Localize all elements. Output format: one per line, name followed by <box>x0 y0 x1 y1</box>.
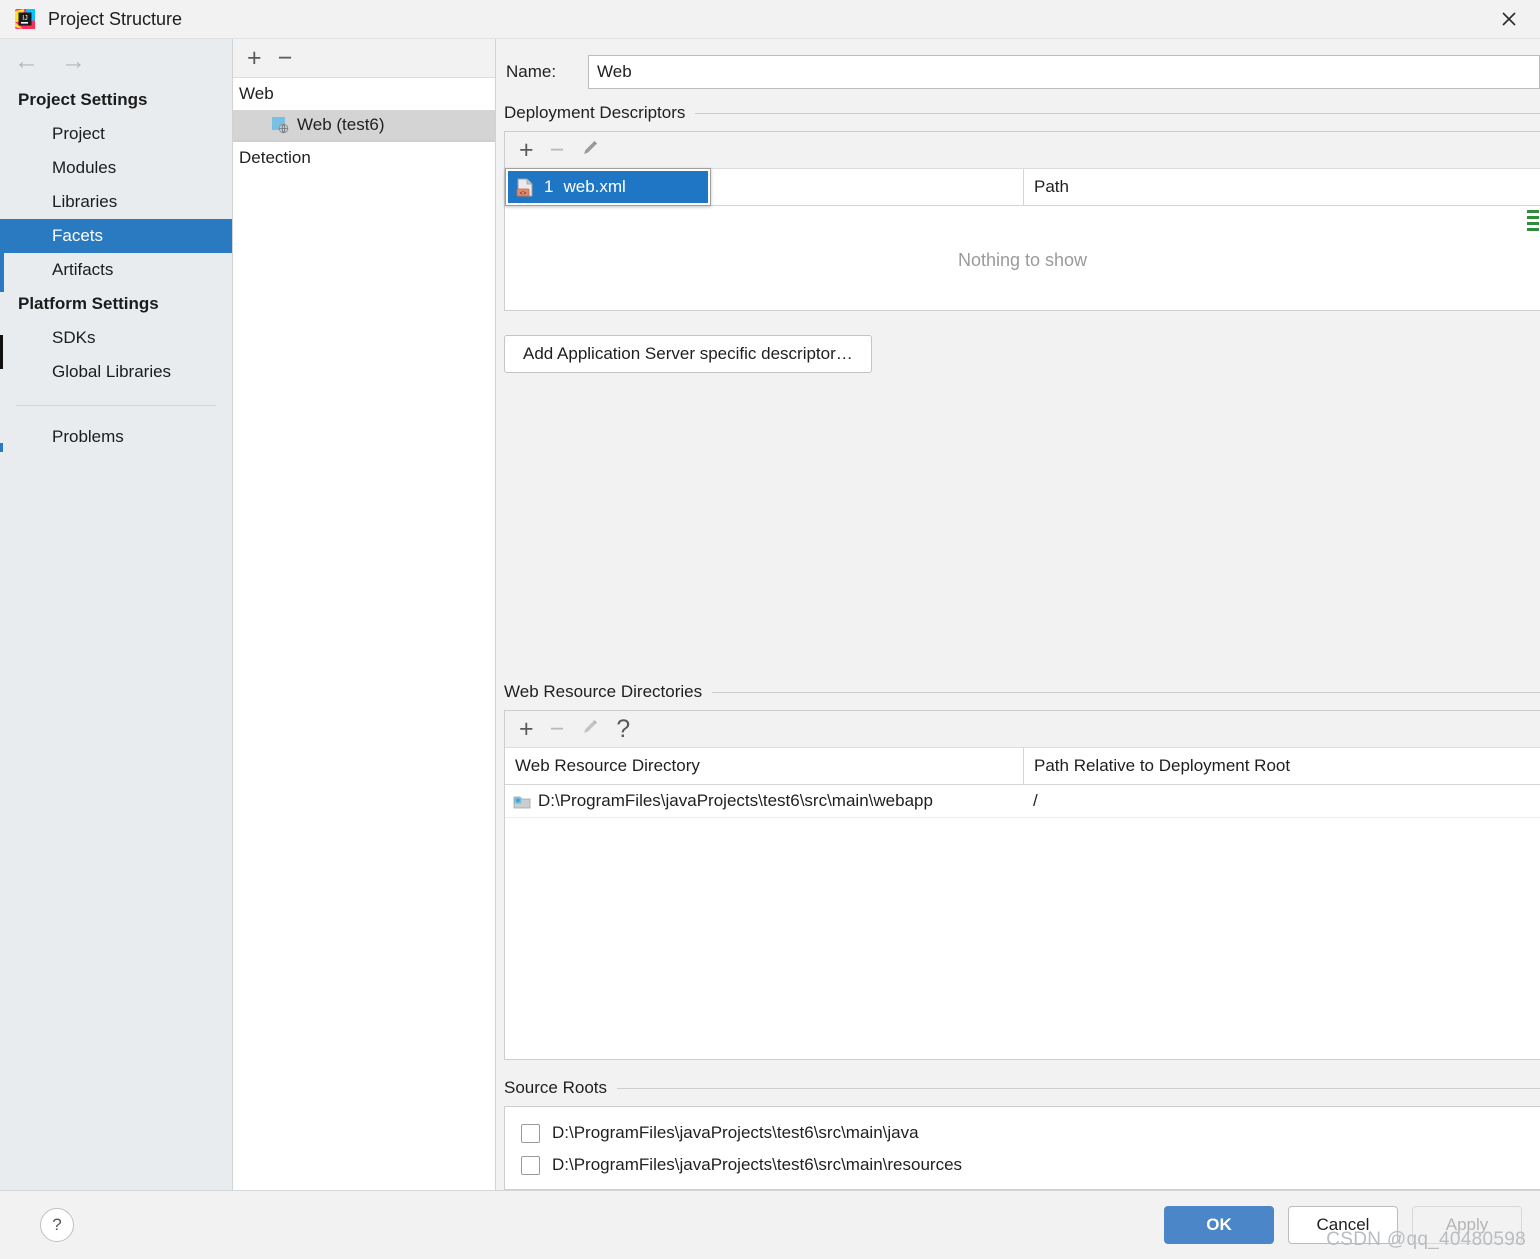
source-roots-panel: D:\ProgramFiles\javaProjects\test6\src\m… <box>504 1106 1540 1190</box>
svg-text:IJ: IJ <box>22 15 27 22</box>
edge-artifact-dark <box>0 335 3 369</box>
edge-artifact-blue <box>0 235 4 292</box>
source-root-label: D:\ProgramFiles\javaProjects\test6\src\m… <box>552 1155 963 1174</box>
dialog-body: ← → Project Settings Project Modules Lib… <box>0 39 1540 1191</box>
group-divider <box>617 1087 1540 1089</box>
cancel-button[interactable]: Cancel <box>1288 1206 1398 1244</box>
ok-button[interactable]: OK <box>1164 1206 1274 1244</box>
web-resource-table-body: D:\ProgramFiles\javaProjects\test6\src\m… <box>505 785 1540 818</box>
deployment-descriptors-toolbar: + − <box>505 132 1540 169</box>
wr-directory-label: D:\ProgramFiles\javaProjects\test6\src\m… <box>538 791 933 810</box>
source-root-checkbox[interactable] <box>521 1123 540 1143</box>
name-input[interactable] <box>588 55 1540 89</box>
facets-list-panel: + − Web Web (test6) Detection <box>233 39 496 1190</box>
add-web-resource-button[interactable]: + <box>519 716 534 742</box>
deployment-descriptors-header: Deployment Descriptors <box>496 103 1540 123</box>
dialog-footer: ? OK Cancel Apply CSDN @qq_40480598 <box>0 1191 1540 1259</box>
deployment-descriptors-table-body: Nothing to show <box>505 206 1540 310</box>
sidebar-item-problems[interactable]: Problems <box>0 420 232 454</box>
apply-button: Apply <box>1412 1206 1522 1244</box>
intellij-idea-icon: IJ <box>14 8 36 30</box>
wr-cell-path: / <box>1033 791 1038 810</box>
title-bar: IJ Project Structure <box>0 0 1540 39</box>
deployment-descriptors-empty-message: Nothing to show <box>957 250 1088 270</box>
facets-toolbar: + − <box>233 39 495 78</box>
sidebar-group-project-settings: Project Settings <box>18 90 148 109</box>
facets-item-web-test6[interactable]: Web (test6) <box>233 110 495 141</box>
pencil-icon[interactable] <box>580 138 600 163</box>
dd-column-path: Path <box>1023 169 1540 205</box>
descriptor-type-popup[interactable]: <> 1 web.xml <box>505 168 711 206</box>
sidebar-item-global-libraries[interactable]: Global Libraries <box>0 355 232 389</box>
arrow-right-icon[interactable]: → <box>61 48 86 74</box>
popup-item-web-xml[interactable]: <> 1 web.xml <box>508 171 708 203</box>
facets-group-web: Web <box>239 84 274 103</box>
close-icon[interactable] <box>1478 0 1540 38</box>
web-resource-directories-title: Web Resource Directories <box>504 682 703 701</box>
web-resource-directories-header: Web Resource Directories <box>496 682 1540 702</box>
source-roots-header: Source Roots <box>496 1078 1540 1098</box>
add-app-server-descriptor-button[interactable]: Add Application Server specific descript… <box>504 335 872 373</box>
sidebar-item-modules[interactable]: Modules <box>0 151 232 185</box>
sidebar-item-libraries[interactable]: Libraries <box>0 185 232 219</box>
source-roots-title: Source Roots <box>504 1078 607 1097</box>
facets-group-detection: Detection <box>239 148 311 167</box>
xml-file-icon: <> <box>516 178 534 197</box>
remove-descriptor-button[interactable]: − <box>550 137 565 163</box>
sidebar-item-sdks[interactable]: SDKs <box>0 321 232 355</box>
table-row[interactable]: D:\ProgramFiles\javaProjects\test6\src\m… <box>505 785 1540 818</box>
add-descriptor-button[interactable]: + <box>519 137 534 163</box>
wr-cell-directory: D:\ProgramFiles\javaProjects\test6\src\m… <box>505 785 1023 817</box>
deployment-descriptors-title: Deployment Descriptors <box>504 103 686 122</box>
wr-column-path: Path Relative to Deployment Root <box>1023 748 1540 784</box>
deployment-descriptors-panel: + − Path Nothing to show <> 1 web.xml <box>504 131 1540 311</box>
web-facet-icon <box>271 116 289 134</box>
scroll-markers <box>1527 206 1539 231</box>
name-label: Name: <box>506 62 557 81</box>
sidebar-item-project[interactable]: Project <box>0 117 232 151</box>
sidebar-divider <box>16 405 216 406</box>
sidebar-item-artifacts[interactable]: Artifacts <box>0 253 232 287</box>
popup-item-label: web.xml <box>563 177 626 196</box>
folder-icon <box>513 794 531 809</box>
footer-actions: OK Cancel Apply <box>1164 1206 1522 1244</box>
edge-artifact-dot <box>0 443 3 452</box>
settings-sidebar: ← → Project Settings Project Modules Lib… <box>0 39 233 1190</box>
web-resource-table-header: Web Resource Directory Path Relative to … <box>505 748 1540 785</box>
help-icon[interactable]: ? <box>616 716 630 742</box>
name-row: Name: <box>496 39 1540 103</box>
svg-text:<>: <> <box>519 190 527 196</box>
group-divider <box>712 691 1540 693</box>
source-root-label: D:\ProgramFiles\javaProjects\test6\src\m… <box>552 1123 919 1142</box>
facets-item-label: Web (test6) <box>297 115 385 134</box>
window-title: Project Structure <box>48 8 183 29</box>
sidebar-item-facets[interactable]: Facets <box>0 219 232 253</box>
web-resource-directories-panel: + − ? Web Resource Directory Path Relati… <box>504 710 1540 1060</box>
source-root-checkbox[interactable] <box>521 1155 540 1175</box>
list-item[interactable]: D:\ProgramFiles\javaProjects\test6\src\m… <box>505 1149 1540 1181</box>
pencil-icon[interactable] <box>580 717 600 742</box>
facet-details-panel: Name: Deployment Descriptors + − <box>496 39 1540 1190</box>
project-structure-dialog: IJ Project Structure ← → Project Setting… <box>0 0 1540 1259</box>
add-facet-button[interactable]: + <box>247 45 262 71</box>
wr-column-directory: Web Resource Directory <box>515 756 700 775</box>
help-button[interactable]: ? <box>40 1208 74 1242</box>
remove-facet-button[interactable]: − <box>278 45 293 71</box>
remove-web-resource-button[interactable]: − <box>550 716 565 742</box>
arrow-left-icon[interactable]: ← <box>14 48 39 74</box>
list-item[interactable]: D:\ProgramFiles\javaProjects\test6\src\m… <box>505 1117 1540 1149</box>
web-resource-directories-toolbar: + − ? <box>505 711 1540 748</box>
popup-item-shortcut: 1 <box>544 177 554 196</box>
group-divider <box>695 112 1540 114</box>
sidebar-navigation: ← → <box>0 39 232 83</box>
sidebar-group-platform-settings: Platform Settings <box>18 294 159 313</box>
